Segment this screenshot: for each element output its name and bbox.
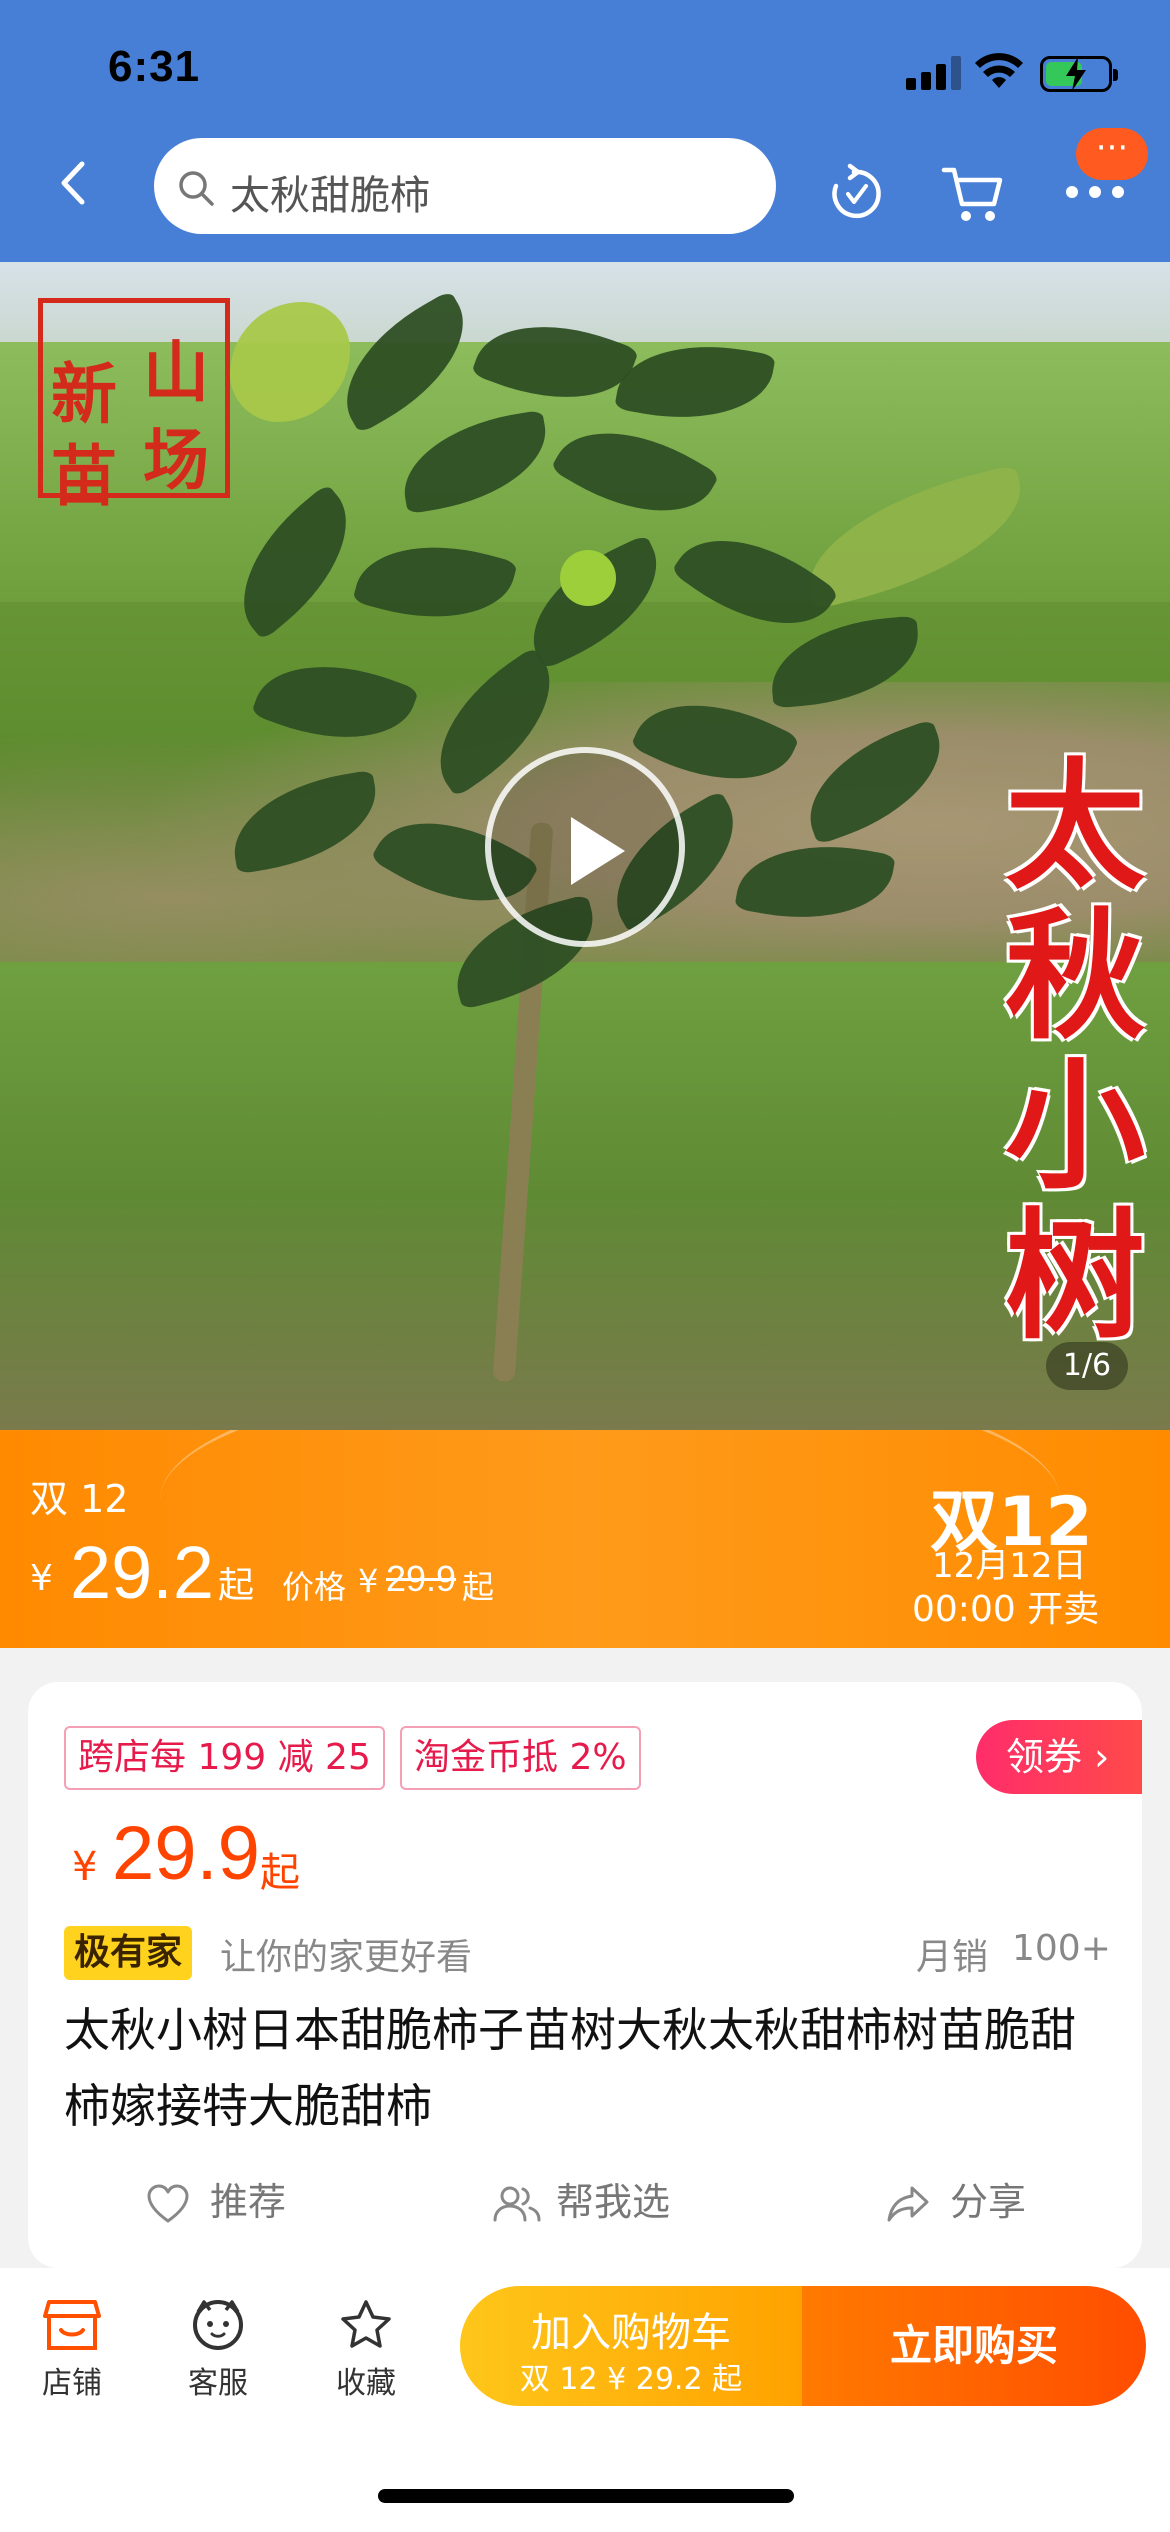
share-icon [887, 2186, 929, 2222]
search-input[interactable]: 太秋甜脆柿 [154, 138, 776, 234]
service-tab[interactable]: 客服 [158, 2298, 278, 2418]
service-icon [193, 2300, 243, 2350]
fruit [560, 550, 616, 606]
cart-icon[interactable] [940, 162, 1006, 226]
add-to-cart-label: 加入购物车 [531, 2310, 731, 2356]
recommend-button[interactable]: 推荐 [146, 2172, 346, 2232]
favorite-label: 收藏 [336, 2366, 396, 2401]
recommend-label: 推荐 [210, 2180, 287, 2224]
monthly-sales-value: 100+ [1012, 1928, 1111, 1969]
help-choose-label: 帮我选 [556, 2180, 671, 2224]
price-currency: ¥ [72, 1844, 98, 1890]
battery-icon [1040, 56, 1118, 92]
price-suffix: 起 [260, 1850, 300, 1896]
promo-price: 29.2 [70, 1531, 215, 1614]
promo-price-bar: 双 12 ¥ 29.2 起 价格 ¥ 29.9 起 双12 12月12日 00:… [0, 1430, 1170, 1648]
original-price: 29.9 [386, 1558, 457, 1599]
product-info-card: 跨店每 199 减 25 淘金币抵 2% 领券 › ¥ 29.9 起 极有家 让… [28, 1682, 1142, 2268]
product-title: 太秋小树日本甜脆柿子苗树大秋太秋甜柿树苗脆甜柿嫁接特大脆甜柿 [64, 2003, 1076, 2133]
back-icon[interactable] [52, 160, 98, 206]
search-icon [179, 171, 214, 206]
monthly-sales-label: 月销 [916, 1937, 989, 1978]
promo-tag: 双 12 [30, 1477, 129, 1521]
coin-chip[interactable]: 淘金币抵 2% [400, 1726, 641, 1790]
shop-icon [43, 2300, 101, 2350]
get-coupon-button[interactable]: 领券 › [976, 1720, 1142, 1794]
search-placeholder: 太秋甜脆柿 [230, 173, 430, 219]
users-icon [493, 2186, 541, 2222]
buy-now-button[interactable]: 立即购买 [802, 2286, 1146, 2406]
overlay-title: 太 秋 小 树 [1004, 745, 1145, 1359]
share-label: 分享 [950, 2180, 1027, 2224]
more-icon[interactable] [1064, 184, 1126, 200]
shop-tab[interactable]: 店铺 [12, 2298, 132, 2418]
message-badge[interactable]: ··· [1076, 128, 1148, 180]
play-icon[interactable] [485, 747, 685, 947]
nursery-stamp: 新 山 苗 场 [38, 298, 230, 515]
product-image-carousel[interactable]: 新 山 苗 场 太 秋 小 树 1/6 [0, 262, 1170, 1430]
image-pager: 1/6 [1046, 1342, 1128, 1390]
share-button[interactable]: 分享 [886, 2172, 1076, 2232]
help-choose-button[interactable]: 帮我选 [492, 2172, 712, 2232]
brand-slogan: 让你的家更好看 [220, 1937, 473, 1978]
heart-icon [147, 2184, 189, 2223]
star-icon [341, 2300, 391, 2348]
wifi-icon [975, 53, 1023, 88]
add-to-cart-price: 双 12 ¥ 29.2 起 [519, 2362, 743, 2397]
home-indicator[interactable] [378, 2489, 794, 2503]
promo-price-suffix: 起 [218, 1565, 255, 1606]
favorite-tab[interactable]: 收藏 [306, 2298, 426, 2418]
brand-badge[interactable]: 极有家 [64, 1926, 193, 1980]
add-to-cart-button[interactable]: 加入购物车 双 12 ¥ 29.2 起 [460, 2286, 802, 2406]
discount-chip[interactable]: 跨店每 199 减 25 [64, 1726, 385, 1790]
top-header: 6:31 太秋甜脆柿 ··· [0, 0, 1170, 262]
refresh-icon[interactable] [822, 162, 886, 226]
price-value: 29.9 [112, 1811, 260, 1896]
original-price-suffix: 起 [462, 1568, 495, 1606]
shop-label: 店铺 [42, 2366, 102, 2401]
original-price-label: 价格 [282, 1568, 347, 1606]
cellular-signal-icon [906, 56, 962, 90]
event-time: 00:00 开卖 [912, 1589, 1100, 1630]
original-price-currency: ¥ [358, 1562, 379, 1600]
status-time: 6:31 [108, 42, 201, 91]
promo-currency: ¥ [30, 1558, 53, 1599]
service-label: 客服 [188, 2366, 248, 2401]
